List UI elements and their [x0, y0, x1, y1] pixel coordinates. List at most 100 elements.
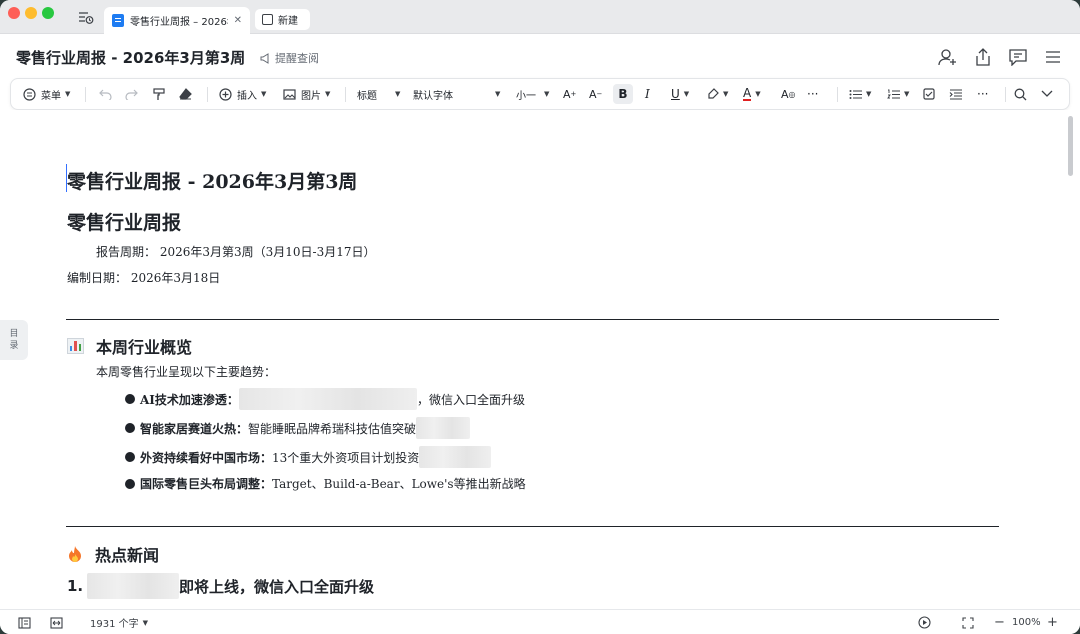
report-period[interactable]: 报告周期： 2026年3月第3周（3月10日-3月17日） [96, 243, 376, 260]
share-icon[interactable] [973, 47, 993, 67]
font-color-icon: A [743, 86, 752, 101]
document-subtitle[interactable]: 零售行业周报 [67, 208, 181, 235]
highlight-button[interactable]: ▼ [707, 79, 728, 109]
tab-list-icon[interactable] [78, 10, 94, 24]
bar-chart-icon [67, 338, 84, 354]
divider [207, 87, 208, 102]
list-item-text: 13个重大外资项目计划投资 [272, 450, 420, 465]
document-canvas[interactable]: 目 录 零售行业周报 - 2026年3月第3周 零售行业周报 报告周期： 202… [0, 110, 1080, 609]
chevron-down-icon: ▼ [395, 90, 401, 98]
font-color-button[interactable]: A ▼ [743, 79, 761, 109]
redacted-blur [416, 417, 471, 439]
bullet-dot [125, 423, 135, 433]
search-icon[interactable] [1014, 79, 1027, 109]
list-item[interactable]: AI技术加速渗透： ，微信入口全面升级 [125, 388, 525, 410]
zoom-in-button[interactable]: + [1047, 610, 1058, 634]
page-width-icon[interactable] [50, 610, 63, 634]
plus-circle-icon [219, 87, 232, 101]
numbered-list-button[interactable]: ▼ [887, 79, 909, 109]
more-tools-icon[interactable]: ··· [807, 79, 818, 109]
indent-icon[interactable] [949, 79, 962, 109]
page-title[interactable]: 零售行业周报 - 2026年3月第3周 [16, 47, 245, 68]
undo-icon[interactable] [99, 79, 112, 109]
minimize-window-button[interactable] [25, 7, 37, 19]
document-icon [112, 14, 124, 27]
list-item-label: 外资持续看好中国市场： [140, 450, 273, 465]
divider-line [66, 526, 999, 527]
list-item[interactable]: 国际零售巨头布局调整： Target、Build-a-Bear、Lowe's等推… [125, 475, 526, 492]
bold-button[interactable]: B [613, 84, 633, 104]
fire-icon [67, 545, 83, 563]
bullet-dot [125, 478, 135, 489]
bulleted-list-button[interactable]: ▼ [849, 79, 871, 109]
more-menu-icon[interactable] [1043, 47, 1063, 67]
list-item-text: ，微信入口全面升级 [416, 392, 525, 407]
zoom-out-button[interactable]: − [994, 610, 1005, 634]
close-window-button[interactable] [8, 7, 20, 19]
menu-dropdown[interactable]: 菜单 ▼ [23, 79, 70, 109]
vertical-scrollbar[interactable] [1068, 116, 1073, 176]
decrease-font-icon[interactable]: A − [589, 79, 602, 109]
heading-style-dropdown[interactable]: 标题 ▼ [357, 79, 400, 109]
font-size-dropdown[interactable]: 小一 ▼ [516, 79, 549, 109]
list-item[interactable]: 外资持续看好中国市场： 13个重大外资项目计划投资 [125, 446, 492, 468]
zoom-level[interactable]: 100% [1012, 610, 1041, 634]
list-item-label: AI技术加速渗透： [140, 392, 239, 407]
overview-intro[interactable]: 本周零售行业呈现以下主要趋势： [96, 363, 276, 380]
remind-button[interactable]: 提醒查阅 [260, 50, 319, 66]
font-label: 默认字体 [413, 90, 453, 102]
add-collaborator-icon[interactable] [938, 47, 958, 67]
underline-button[interactable]: U ▼ [671, 79, 689, 109]
format-painter-icon[interactable] [153, 79, 165, 109]
redo-icon[interactable] [125, 79, 138, 109]
news-heading[interactable]: 热点新闻 [67, 542, 159, 566]
play-icon[interactable] [918, 610, 931, 634]
tab-document[interactable]: 零售行业周报 – 2026年3月第3周 ✕ [104, 7, 250, 34]
toc-label: 录 [9, 341, 19, 351]
chevron-down-icon: ▼ [866, 90, 872, 98]
remind-label: 提醒查阅 [275, 52, 319, 65]
fullscreen-icon[interactable] [962, 610, 974, 634]
outline-toggle-icon[interactable] [18, 610, 31, 634]
heading-label: 标题 [357, 90, 377, 102]
menu-label: 菜单 [41, 90, 61, 102]
list-item-text: 智能睡眠品牌希瑞科技估值突破 [248, 421, 417, 436]
clear-format-icon[interactable] [179, 79, 192, 109]
new-tab-button[interactable]: 新建 [255, 9, 310, 30]
font-family-dropdown[interactable]: 默认字体 ▼ [413, 79, 500, 109]
insert-dropdown[interactable]: 插入 ▼ [219, 79, 266, 109]
tab-title: 零售行业周报 – 2026年3月第3周 [130, 17, 228, 28]
toc-label: 目 [9, 329, 19, 339]
megaphone-icon [260, 52, 269, 64]
list-item-text: Target、Build-a-Bear、Lowe's等推出新战略 [272, 477, 526, 491]
list-item-label: 智能家居赛道火热： [140, 421, 249, 436]
table-of-contents-tab[interactable]: 目 录 [0, 320, 28, 360]
image-dropdown[interactable]: 图片 ▼ [283, 79, 330, 109]
chevron-down-icon: ▼ [65, 90, 71, 98]
insert-label: 插入 [237, 90, 257, 102]
menu-icon [23, 87, 36, 101]
news-item[interactable]: 1. 即将上线，微信入口全面升级 [67, 573, 374, 599]
chevron-down-icon: ▼ [261, 90, 267, 98]
numbered-list-icon [887, 89, 900, 99]
more-paragraph-icon[interactable]: ··· [977, 79, 988, 109]
list-item[interactable]: 智能家居赛道火热： 智能睡眠品牌希瑞科技估值突破 [125, 417, 471, 439]
image-icon [283, 88, 296, 100]
comment-icon[interactable] [1008, 47, 1028, 67]
overview-heading[interactable]: 本周行业概览 [67, 334, 192, 358]
document-main-title[interactable]: 零售行业周报 - 2026年3月第3周 [67, 167, 357, 194]
close-icon[interactable]: ✕ [234, 15, 242, 26]
compile-date[interactable]: 编制日期： 2026年3月18日 [67, 269, 220, 286]
word-count-dropdown[interactable]: 1931 个字 ▼ [90, 610, 148, 634]
redacted-blur [419, 446, 492, 468]
maximize-window-button[interactable] [42, 7, 54, 19]
checkbox-icon[interactable] [923, 79, 935, 109]
collapse-toolbar-icon[interactable] [1041, 79, 1053, 109]
divider [1005, 87, 1006, 102]
app-window: 零售行业周报 – 2026年3月第3周 ✕ 新建 零售行业周报 - 2026年3… [0, 0, 1080, 634]
increase-font-icon[interactable]: A + [563, 79, 576, 109]
italic-button[interactable]: I [645, 79, 650, 109]
formatting-toolbar: 菜单 ▼ 插入 ▼ 图片 ▼ 标题 ▼ 默认字体 ▼ 小一 ▼ A + A − … [10, 78, 1070, 110]
chevron-down-icon: ▼ [723, 90, 729, 98]
text-effect-icon[interactable]: A ◎ [781, 79, 796, 109]
